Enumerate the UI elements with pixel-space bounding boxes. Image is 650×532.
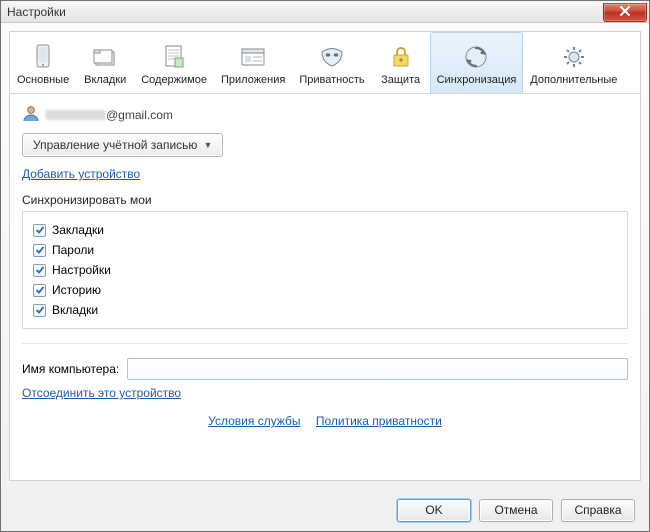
manage-account-label: Управление учётной записью — [33, 138, 197, 152]
phone-icon — [29, 43, 57, 71]
checkbox[interactable] — [33, 304, 46, 317]
dialog-buttons: OK Отмена Справка — [1, 489, 649, 531]
sync-section-label: Синхронизировать мои — [22, 193, 628, 207]
legal-links: Условия службы Политика приватности — [22, 414, 628, 428]
computer-name-input[interactable] — [127, 358, 628, 380]
sync-item-settings: Настройки — [33, 260, 617, 280]
avatar-icon — [22, 104, 40, 125]
computer-name-label: Имя компьютера: — [22, 362, 119, 376]
mask-icon — [318, 43, 346, 71]
checkbox-label: Пароли — [52, 243, 94, 257]
titlebar: Настройки — [1, 1, 649, 23]
sync-item-history: Историю — [33, 280, 617, 300]
gear-icon — [560, 43, 588, 71]
settings-window: Настройки Основные Вкладки — [0, 0, 650, 532]
lock-icon — [387, 43, 415, 71]
tab-tabs[interactable]: Вкладки — [76, 32, 134, 93]
tab-privacy[interactable]: Приватность — [292, 32, 371, 93]
close-button[interactable] — [603, 3, 647, 22]
account-email: @gmail.com — [46, 108, 173, 122]
terms-link[interactable]: Условия службы — [208, 414, 300, 428]
tab-advanced[interactable]: Дополнительные — [523, 32, 624, 93]
inner-panel: Основные Вкладки Содержимое Приложения — [9, 31, 641, 481]
tab-content[interactable]: Содержимое — [134, 32, 214, 93]
sync-item-passwords: Пароли — [33, 240, 617, 260]
tab-security[interactable]: Защита — [372, 32, 430, 93]
checkbox-label: Вкладки — [52, 303, 98, 317]
tab-applications[interactable]: Приложения — [214, 32, 292, 93]
divider — [22, 343, 628, 344]
add-device-link[interactable]: Добавить устройство — [22, 167, 140, 181]
tab-label: Приватность — [299, 74, 364, 86]
chevron-down-icon: ▼ — [203, 140, 212, 150]
folder-tabs-icon — [91, 43, 119, 71]
cancel-button[interactable]: Отмена — [479, 499, 553, 522]
privacy-link[interactable]: Политика приватности — [316, 414, 442, 428]
content-area: @gmail.com Управление учётной записью ▼ … — [10, 94, 640, 480]
tab-label: Вкладки — [84, 74, 126, 86]
sync-icon — [462, 43, 490, 71]
sync-item-tabs: Вкладки — [33, 300, 617, 320]
tab-sync[interactable]: Синхронизация — [430, 32, 524, 93]
help-button[interactable]: Справка — [561, 499, 635, 522]
tab-bar: Основные Вкладки Содержимое Приложения — [10, 32, 640, 94]
tab-label: Содержимое — [141, 74, 207, 86]
checkbox[interactable] — [33, 284, 46, 297]
ok-button[interactable]: OK — [397, 499, 471, 522]
computer-name-row: Имя компьютера: — [22, 358, 628, 380]
account-row: @gmail.com — [22, 104, 628, 125]
window-icon — [239, 43, 267, 71]
checkbox-label: Настройки — [52, 263, 111, 277]
tab-label: Защита — [381, 74, 420, 86]
manage-account-button[interactable]: Управление учётной записью ▼ — [22, 133, 223, 157]
checkbox[interactable] — [33, 264, 46, 277]
sync-items-box: Закладки Пароли Настройки Историю Вкладк… — [22, 211, 628, 329]
tab-general[interactable]: Основные — [10, 32, 76, 93]
disconnect-device-link[interactable]: Отсоединить это устройство — [22, 386, 181, 400]
checkbox[interactable] — [33, 244, 46, 257]
window-title: Настройки — [7, 5, 66, 19]
document-icon — [160, 43, 188, 71]
tab-label: Приложения — [221, 74, 285, 86]
close-icon — [619, 5, 631, 19]
tab-label: Основные — [17, 74, 69, 86]
checkbox[interactable] — [33, 224, 46, 237]
checkbox-label: Историю — [52, 283, 101, 297]
tab-label: Синхронизация — [437, 74, 517, 86]
checkbox-label: Закладки — [52, 223, 104, 237]
sync-item-bookmarks: Закладки — [33, 220, 617, 240]
tab-label: Дополнительные — [530, 74, 617, 86]
